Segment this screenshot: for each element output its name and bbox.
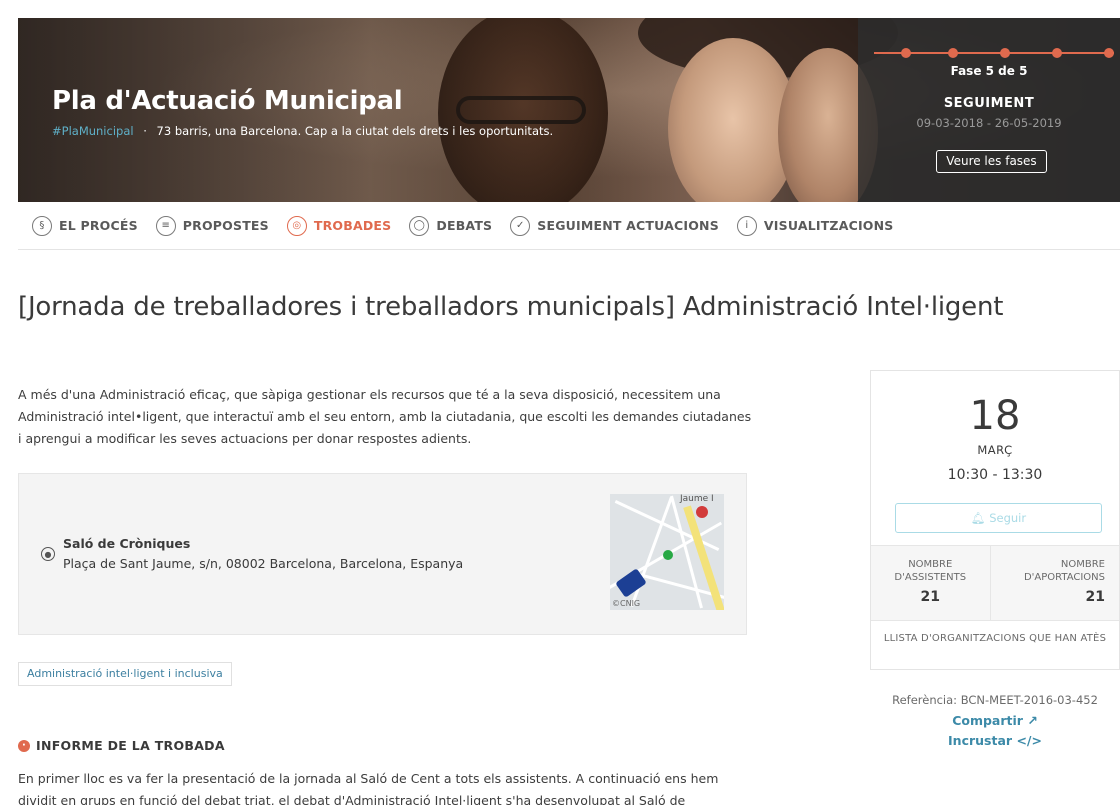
nav-item-proposals[interactable]: ≡ PROPOSTES xyxy=(155,215,269,236)
phase-name: SEGUIMENT xyxy=(943,96,1035,111)
separator: · xyxy=(143,124,147,138)
bell-icon: 🔔︎ xyxy=(970,511,986,525)
location-pin-icon: ● xyxy=(41,547,55,561)
page-title: [Jornada de treballadores i treballadors… xyxy=(18,292,1004,322)
nav-item-tracking[interactable]: ✓ SEGUIMENT ACTUACIONS xyxy=(510,215,719,236)
nav-item-label: SEGUIMENT ACTUACIONS xyxy=(537,218,719,233)
nav-item-visualizations[interactable]: i VISUALITZACIONS xyxy=(736,215,894,236)
report-heading: · INFORME DE LA TROBADA xyxy=(18,738,225,753)
report-text: En primer lloc es va fer la presentació … xyxy=(18,771,719,805)
report-icon: · xyxy=(18,739,30,752)
static-map[interactable]: Jaume I ©CNIG xyxy=(610,494,724,610)
phase-step xyxy=(948,48,958,58)
contributions-value: 21 xyxy=(1085,589,1105,605)
phase-step xyxy=(1052,48,1062,58)
location-name: Saló de Cròniques xyxy=(63,536,191,551)
location-address: Plaça de Sant Jaume, s/n, 08002 Barcelon… xyxy=(63,556,464,571)
meeting-stats: NOMBRE D'ASSISTENTS 21 NOMBRE D'APORTACI… xyxy=(871,545,1119,621)
subtitle-text: 73 barris, una Barcelona. Cap a la ciuta… xyxy=(156,124,554,138)
metro-station-icon xyxy=(696,506,708,518)
nav-item-meetings[interactable]: ◎ TROBADES xyxy=(286,215,392,236)
nav-item-label: DEBATS xyxy=(436,218,493,233)
address-box: ● Saló de Cròniques Plaça de Sant Jaume,… xyxy=(18,473,747,635)
process-nav: § EL PROCÉS ≡ PROPOSTES ◎ TROBADES ◯ DEB… xyxy=(18,202,1120,250)
process-title[interactable]: Pla d'Actuació Municipal xyxy=(52,86,403,116)
meeting-month: MARÇ xyxy=(977,443,1013,457)
info-icon: i xyxy=(736,215,757,236)
embed-label: Incrustar xyxy=(948,733,1013,748)
phase-step xyxy=(1000,48,1010,58)
phase-dates: 09-03-2018 - 26-05-2019 xyxy=(916,116,1062,130)
process-icon: § xyxy=(32,215,52,236)
process-subtitle: #PlaMunicipal · 73 barris, una Barcelona… xyxy=(52,124,553,138)
map-copyright: ©CNIG xyxy=(612,599,641,608)
meetings-icon: ◎ xyxy=(286,215,307,236)
report-heading-label: INFORME DE LA TROBADA xyxy=(36,738,225,753)
contributions-stat: NOMBRE D'APORTACIONS 21 xyxy=(989,546,1120,620)
nav-item-process[interactable]: § EL PROCÉS xyxy=(32,215,138,236)
map-marker-icon xyxy=(663,550,673,560)
nav-item-debates[interactable]: ◯ DEBATS xyxy=(409,215,493,236)
attendees-label: NOMBRE D'ASSISTENTS xyxy=(894,559,967,583)
view-phases-button[interactable]: Veure les fases xyxy=(936,150,1047,173)
meeting-day: 18 xyxy=(969,393,1021,439)
nav-item-label: TROBADES xyxy=(313,218,392,233)
meeting-time: 10:30 - 13:30 xyxy=(947,467,1043,483)
share-link[interactable]: Compartir ↗ xyxy=(870,713,1120,728)
meeting-card: 18 MARÇ 10:30 - 13:30 🔔︎ Seguir NOMBRE D… xyxy=(870,370,1120,670)
phase-panel: Fase 5 de 5 SEGUIMENT 09-03-2018 - 26-05… xyxy=(858,18,1120,202)
follow-label: Seguir xyxy=(989,511,1027,525)
category-tag[interactable]: Administració intel·ligent i inclusiva xyxy=(18,662,232,686)
phase-label: Fase 5 de 5 xyxy=(950,64,1028,78)
debates-icon: ◯ xyxy=(409,215,430,236)
phase-step xyxy=(901,48,911,58)
code-icon: </> xyxy=(1016,733,1042,748)
organizations-link[interactable]: LLISTA D'ORGANITZACIONS QUE HAN ATÈS xyxy=(871,633,1119,644)
contributions-label: NOMBRE D'APORTACIONS xyxy=(1023,559,1105,583)
check-icon: ✓ xyxy=(510,215,531,236)
nav-item-label: EL PROCÉS xyxy=(59,218,138,233)
attendees-stat: NOMBRE D'ASSISTENTS 21 xyxy=(871,546,990,620)
meeting-description: A més d'una Administració eficaç, que sà… xyxy=(18,387,752,446)
share-label: Compartir xyxy=(952,713,1023,728)
follow-button[interactable]: 🔔︎ Seguir xyxy=(895,503,1102,533)
attendees-value: 21 xyxy=(920,589,940,605)
embed-link[interactable]: Incrustar </> xyxy=(870,733,1120,748)
reference: Referència: BCN-MEET-2016-03-452 xyxy=(892,693,1098,707)
hashtag-link[interactable]: #PlaMunicipal xyxy=(52,124,134,138)
map-label: Jaume I xyxy=(680,494,714,504)
share-icon: ↗ xyxy=(1027,713,1038,728)
proposals-icon: ≡ xyxy=(155,215,176,236)
nav-item-label: VISUALITZACIONS xyxy=(763,218,894,233)
hero-banner: Pla d'Actuació Municipal #PlaMunicipal ·… xyxy=(18,18,1120,202)
phase-step xyxy=(1104,48,1114,58)
nav-item-label: PROPOSTES xyxy=(182,218,269,233)
